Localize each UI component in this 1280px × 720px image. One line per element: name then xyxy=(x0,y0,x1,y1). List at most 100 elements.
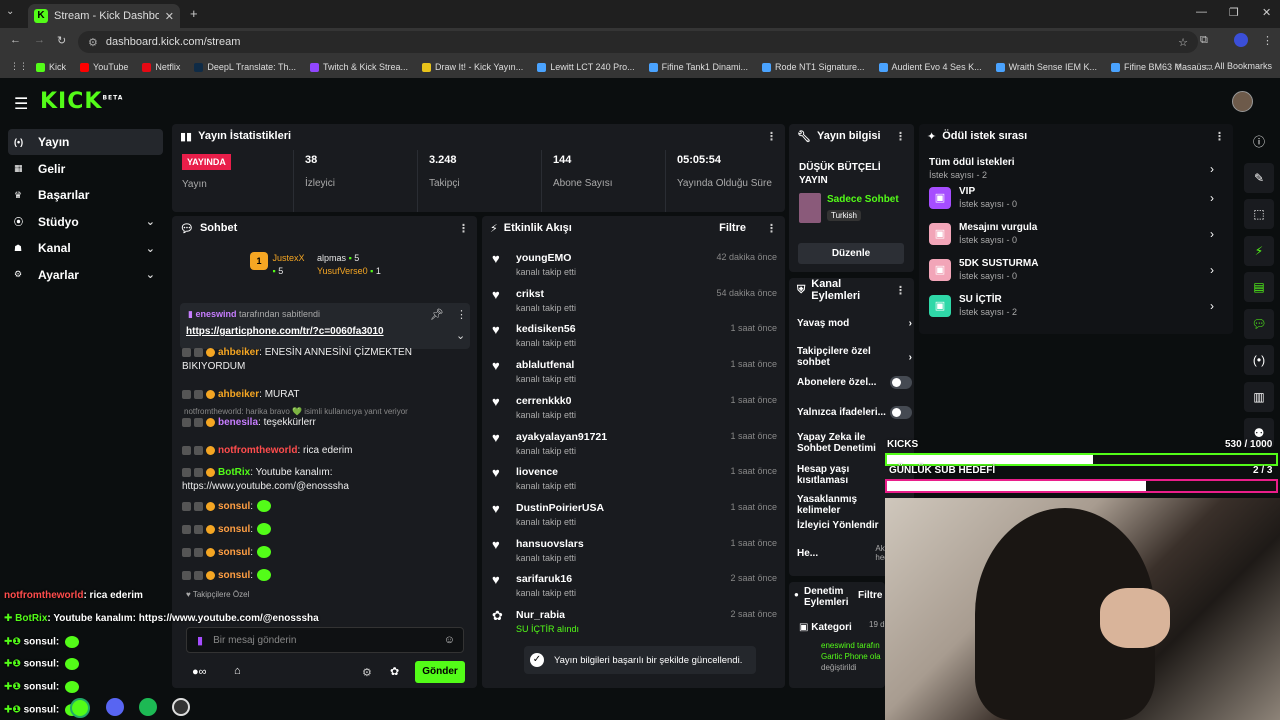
channel-actions-menu-icon[interactable]: ⋮ xyxy=(895,284,906,297)
mod-action-icon[interactable] xyxy=(182,501,191,511)
emoji-icon[interactable]: ☺ xyxy=(444,634,455,646)
server-icon[interactable]: ▥ xyxy=(1244,381,1274,412)
pinned-link[interactable]: https://garticphone.com/tr/?c=0060fa3010 xyxy=(186,326,384,337)
activity-username[interactable]: hansuovslars xyxy=(516,538,584,550)
discord-taskbar-icon[interactable] xyxy=(106,698,124,716)
url-field[interactable]: ⚙ dashboard.kick.com/stream ☆ xyxy=(78,31,1198,53)
back-icon[interactable]: ← xyxy=(10,34,21,46)
activity-username[interactable]: Nur_rabia xyxy=(516,609,579,621)
reward-row[interactable]: ▣ VIP İstek sayısı - 0 › xyxy=(929,186,1214,209)
channel-action-1[interactable]: Takipçilere özel sohbet › xyxy=(797,346,912,368)
gifter-name[interactable]: YusufVerse0 xyxy=(317,266,368,276)
timeout-icon[interactable] xyxy=(194,347,203,357)
obs-taskbar-icon[interactable] xyxy=(172,698,190,716)
reload-icon[interactable]: ↻ xyxy=(57,34,66,47)
site-info-icon[interactable]: ⚙ xyxy=(88,36,98,49)
broadcast-icon[interactable]: (•) xyxy=(1244,345,1274,375)
mod-action-icon[interactable] xyxy=(182,570,191,580)
apps-grid-icon[interactable]: ⋮⋮ xyxy=(10,61,28,72)
activity-username[interactable]: crikst xyxy=(516,288,576,300)
forward-icon[interactable]: → xyxy=(34,34,45,46)
mod-action-icon[interactable] xyxy=(182,524,191,534)
timeout-icon[interactable] xyxy=(194,501,203,511)
toggle-switch[interactable] xyxy=(889,376,912,389)
kick-logo[interactable]: KICKBETA xyxy=(40,89,123,114)
bookmark-item[interactable]: Rode NT1 Signature... xyxy=(761,62,865,72)
activity-menu-icon[interactable]: ⋮ xyxy=(766,222,777,235)
extensions-icon[interactable]: ⧉ xyxy=(1200,34,1208,47)
stats-menu-icon[interactable]: ⋮ xyxy=(766,130,777,143)
timeout-icon[interactable] xyxy=(194,547,203,557)
sidebar-item-0[interactable]: (•) Yayın xyxy=(8,129,163,155)
reward-row[interactable]: ▣ 5DK SUSTURMA İstek sayısı - 0 › xyxy=(929,258,1214,281)
close-window-icon[interactable]: ✕ xyxy=(1262,6,1271,19)
activity-username[interactable]: DustinPoirierUSA xyxy=(516,502,604,514)
mod-action-icon[interactable] xyxy=(182,389,191,399)
moderation-filter-button[interactable]: Filtre xyxy=(858,590,882,601)
user-avatar[interactable] xyxy=(1232,91,1253,112)
new-tab-icon[interactable]: + xyxy=(190,6,198,21)
chat-username[interactable]: ahbeiker xyxy=(218,389,259,400)
points-icon[interactable]: ●∞ xyxy=(192,666,207,678)
activity-filter-button[interactable]: Filtre xyxy=(719,222,746,234)
timeout-icon[interactable] xyxy=(194,570,203,580)
timeout-icon[interactable] xyxy=(194,467,203,477)
bookmark-item[interactable]: DeepL Translate: Th... xyxy=(194,62,296,72)
timeout-icon[interactable] xyxy=(194,524,203,534)
chat-input[interactable]: ▮ Bir mesaj gönderin ☺ xyxy=(186,627,464,653)
chat-username[interactable]: sonsul xyxy=(218,547,250,558)
activity-username[interactable]: youngEMO xyxy=(516,252,576,264)
activity-username[interactable]: liovence xyxy=(516,466,576,478)
camera-icon[interactable]: ⬚ xyxy=(1244,199,1274,229)
bookmark-item[interactable]: YouTube xyxy=(80,62,128,72)
bookmark-item[interactable]: Audient Evo 4 Ses K... xyxy=(878,62,982,72)
mod-action-icon[interactable] xyxy=(182,467,191,477)
chat-menu-icon[interactable]: ⋮ xyxy=(458,222,469,235)
sidebar-item-1[interactable]: ▦ Gelir xyxy=(8,156,163,182)
bolt-icon[interactable]: ⚡︎ xyxy=(1244,235,1274,266)
sidebar-item-4[interactable]: ☗ Kanal ⌄ xyxy=(8,235,163,261)
chat-username[interactable]: sonsul xyxy=(218,501,250,512)
edit-icon[interactable]: ✎ xyxy=(1244,162,1274,193)
info-icon[interactable]: ⓘ xyxy=(1244,126,1274,156)
timeout-icon[interactable] xyxy=(194,445,203,455)
send-button[interactable]: Gönder xyxy=(415,661,465,683)
bookmark-star-icon[interactable]: ☆ xyxy=(1178,36,1188,49)
bookmark-item[interactable]: Fifine Tank1 Dinami... xyxy=(648,62,748,72)
activity-username[interactable]: ablalutfenal xyxy=(516,359,576,371)
chat-username[interactable]: notfromtheworld xyxy=(218,445,297,456)
chat-username[interactable]: benesila xyxy=(218,417,258,428)
chat-username[interactable]: sonsul xyxy=(218,524,250,535)
restore-icon[interactable]: ❐ xyxy=(1229,6,1239,19)
sidebar-item-3[interactable]: ⦿ Stüdyo ⌄ xyxy=(8,209,163,235)
profile-avatar[interactable] xyxy=(1234,33,1248,47)
close-tab-icon[interactable]: ✕ xyxy=(165,10,174,23)
all-bookmarks-folder[interactable]: ▭ All Bookmarks xyxy=(1204,61,1272,72)
tab-list-icon[interactable]: ⌄ xyxy=(6,6,14,17)
mod-action-icon[interactable] xyxy=(182,417,191,427)
activity-username[interactable]: ayakyalayan91721 xyxy=(516,431,607,443)
rewards-menu-icon[interactable]: ⋮ xyxy=(1214,130,1225,143)
channel-action-0[interactable]: Yavaş mod › xyxy=(797,318,912,329)
chat-username[interactable]: BotRix xyxy=(218,467,250,478)
timeout-icon[interactable] xyxy=(194,417,203,427)
activity-username[interactable]: cerrenkkk0 xyxy=(516,395,576,407)
unpin-icon[interactable]: 📌︎ xyxy=(430,308,444,321)
bookmark-item[interactable]: Twitch & Kick Strea... xyxy=(309,62,408,72)
category-name[interactable]: Sadece Sohbet xyxy=(827,194,899,205)
expand-pinned-icon[interactable]: ⌄ xyxy=(456,329,465,342)
mod-action-icon[interactable] xyxy=(182,347,191,357)
channel-action-2[interactable]: Abonelere özel... xyxy=(797,376,912,389)
sidebar-item-2[interactable]: ♛ Başarılar xyxy=(8,182,163,208)
activity-username[interactable]: sarifaruk16 xyxy=(516,573,576,585)
gifter-name[interactable]: JustexX xyxy=(273,253,305,263)
edit-button[interactable]: Düzenle xyxy=(798,243,904,264)
reward-row[interactable]: ▣ Mesajını vurgula İstek sayısı - 0 › xyxy=(929,222,1214,245)
rewards-button-icon[interactable]: ✿ xyxy=(390,665,399,678)
toggle-switch[interactable] xyxy=(889,406,912,419)
mod-action-icon[interactable] xyxy=(182,445,191,455)
mod-action-icon[interactable] xyxy=(182,547,191,557)
hamburger-menu-icon[interactable]: ☰ xyxy=(14,94,28,114)
info-menu-icon[interactable]: ⋮ xyxy=(895,130,906,143)
pinned-menu-icon[interactable]: ⋮ xyxy=(456,308,467,321)
